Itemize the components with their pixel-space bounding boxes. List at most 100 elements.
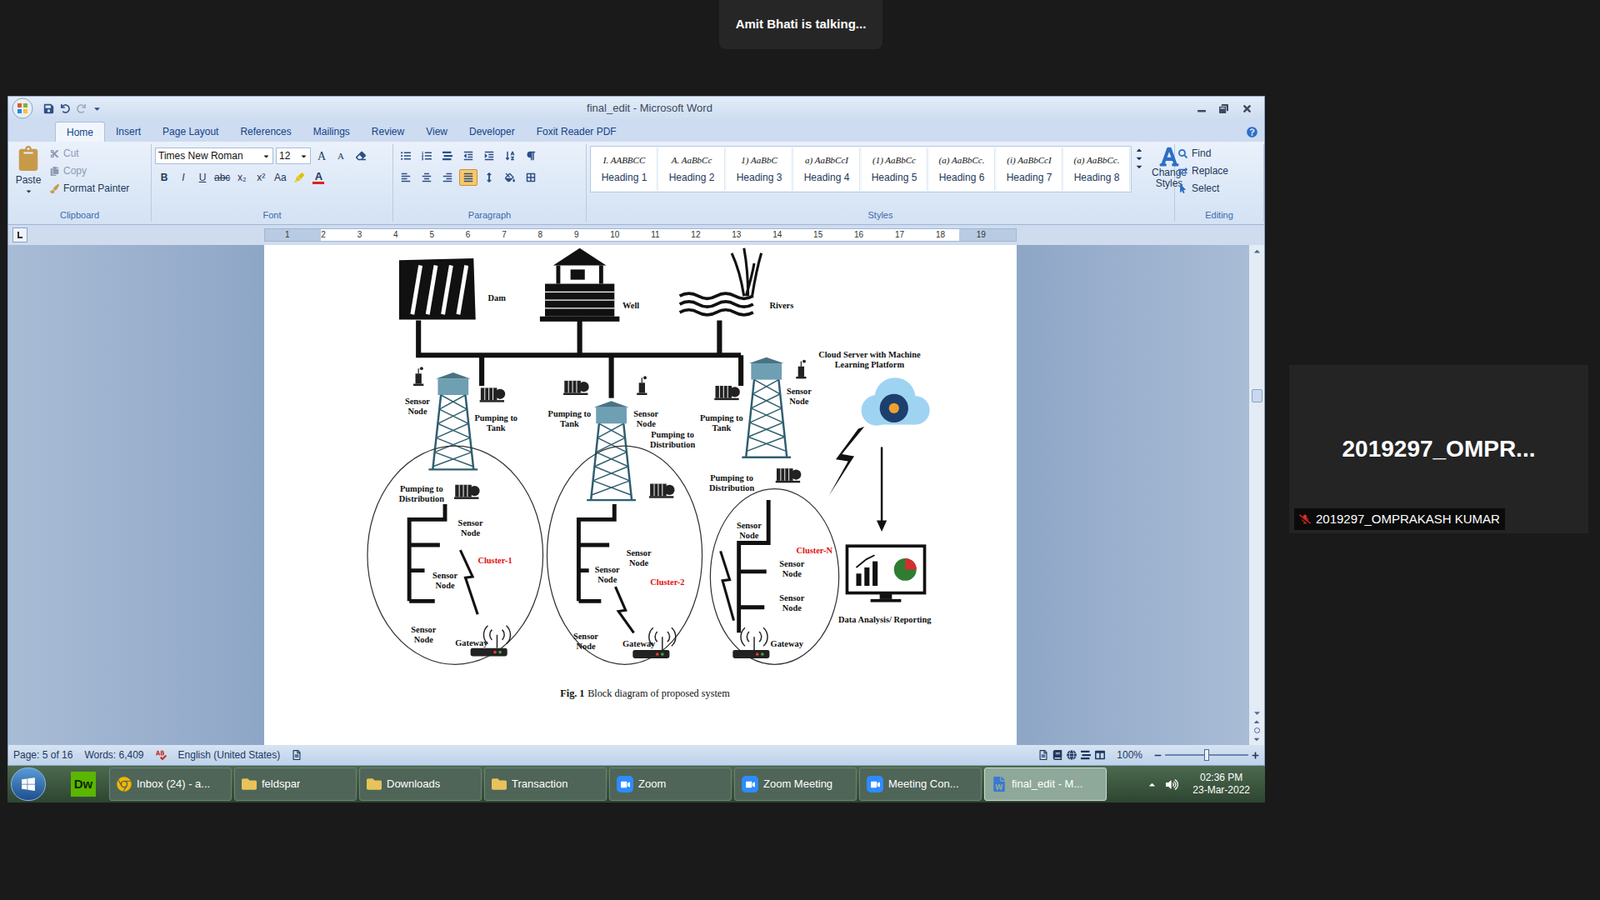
clock[interactable]: 02:36 PM23-Mar-2022 bbox=[1180, 771, 1262, 797]
start-button[interactable] bbox=[10, 767, 46, 801]
copy-button[interactable]: Copy bbox=[50, 163, 130, 179]
volume-icon[interactable] bbox=[1165, 778, 1179, 791]
align-button[interactable] bbox=[459, 169, 478, 186]
style-item[interactable]: a) AaBbCcIHeading 4 bbox=[794, 147, 860, 191]
show-marks-button[interactable] bbox=[521, 147, 540, 165]
scroll-up-icon[interactable] bbox=[1252, 246, 1262, 256]
sort-button[interactable] bbox=[500, 147, 520, 165]
format-button[interactable]: U bbox=[193, 169, 212, 186]
ribbon-tab[interactable]: View bbox=[415, 121, 459, 142]
taskbar-item[interactable]: Meeting Con... bbox=[859, 767, 982, 801]
scroll-up-icon[interactable] bbox=[1135, 145, 1144, 155]
minimize-icon[interactable] bbox=[1197, 104, 1206, 113]
shading-button[interactable] bbox=[500, 169, 520, 186]
borders-button[interactable] bbox=[521, 169, 540, 186]
ribbon-tab[interactable]: Foxit Reader PDF bbox=[525, 121, 628, 142]
view-icon[interactable] bbox=[1095, 750, 1105, 760]
language[interactable]: English (United States) bbox=[178, 747, 281, 763]
format-button[interactable]: x² bbox=[251, 169, 270, 186]
align-button[interactable] bbox=[417, 169, 436, 186]
format-button[interactable]: abc bbox=[212, 169, 232, 186]
taskbar-item[interactable]: feldspar bbox=[234, 767, 357, 801]
taskbar-item[interactable]: Inbox (24) - a... bbox=[109, 767, 232, 801]
participant-tile[interactable]: 2019297_OMPR...2019297_OMPRAKASH KUMAR bbox=[1289, 365, 1589, 534]
ribbon-tab[interactable]: Review bbox=[360, 121, 415, 142]
bullets-button[interactable] bbox=[396, 147, 415, 165]
style-item[interactable]: (i) AaBbCcIHeading 7 bbox=[996, 147, 1063, 191]
next-page-icon[interactable] bbox=[1252, 735, 1261, 744]
decrease-indent-button[interactable] bbox=[459, 147, 478, 165]
ribbon-tab[interactable]: Mailings bbox=[302, 121, 361, 142]
highlight-button[interactable] bbox=[290, 169, 309, 186]
zoom-out-icon[interactable] bbox=[1154, 751, 1162, 760]
ribbon-tab[interactable]: Home bbox=[55, 121, 105, 142]
more-icon[interactable] bbox=[1135, 162, 1144, 171]
ribbon-tab[interactable]: Developer bbox=[458, 121, 526, 142]
style-item[interactable]: (a) AaBbCc.Heading 8 bbox=[1064, 147, 1130, 191]
scroll-down-icon[interactable] bbox=[1135, 154, 1144, 163]
view-icon[interactable] bbox=[1038, 750, 1049, 760]
save-icon[interactable] bbox=[43, 103, 55, 115]
taskbar-item[interactable]: Transaction bbox=[484, 767, 607, 801]
format-painter-button[interactable]: Format Painter bbox=[50, 180, 130, 196]
format-button[interactable]: I bbox=[174, 169, 193, 186]
ribbon-tab[interactable]: Insert bbox=[105, 121, 152, 142]
proofing-icon[interactable] bbox=[155, 750, 167, 761]
redo-icon[interactable] bbox=[76, 104, 86, 114]
editing-button[interactable]: Find bbox=[1178, 145, 1260, 161]
font-color-button[interactable]: A bbox=[309, 169, 328, 186]
undo-icon[interactable] bbox=[60, 104, 70, 114]
close-icon[interactable] bbox=[1241, 103, 1253, 115]
previous-page-icon[interactable] bbox=[1252, 717, 1261, 726]
editing-button[interactable]: Select bbox=[1178, 180, 1260, 196]
line-spacing-button[interactable] bbox=[480, 169, 499, 186]
restore-icon[interactable] bbox=[1219, 104, 1229, 114]
tab-selector[interactable] bbox=[12, 227, 28, 243]
taskbar-item[interactable]: Downloads bbox=[359, 767, 482, 801]
align-button[interactable] bbox=[396, 169, 415, 186]
view-icon[interactable] bbox=[1052, 750, 1063, 760]
numbering-button[interactable] bbox=[417, 147, 436, 165]
ribbon-tab[interactable]: Page Layout bbox=[151, 121, 230, 142]
format-button[interactable]: Aa bbox=[270, 169, 290, 186]
help-icon[interactable] bbox=[1246, 126, 1258, 138]
font-size-field[interactable]: 12 bbox=[275, 147, 311, 165]
paste-button[interactable]: Paste bbox=[11, 145, 45, 195]
taskbar-item[interactable]: Zoom Meeting bbox=[734, 767, 857, 801]
zoom-in-icon[interactable] bbox=[1251, 751, 1260, 760]
change-styles-button[interactable]: ChangeStyles bbox=[1151, 145, 1187, 190]
word-count[interactable]: Words: 6,409 bbox=[84, 747, 144, 763]
pinned-app[interactable]: Dw bbox=[60, 767, 107, 801]
align-button[interactable] bbox=[438, 169, 457, 186]
cut-button[interactable]: Cut bbox=[50, 145, 130, 161]
zoom-slider-thumb[interactable] bbox=[1204, 749, 1210, 761]
style-item[interactable]: A. AaBbCcHeading 2 bbox=[659, 147, 725, 191]
taskbar-item[interactable]: Zoom bbox=[609, 767, 732, 801]
view-icon[interactable] bbox=[1066, 750, 1077, 760]
format-button[interactable]: B bbox=[155, 169, 174, 186]
taskbar-item[interactable]: final_edit - M... bbox=[984, 767, 1107, 801]
shrink-font-button[interactable]: A bbox=[332, 147, 350, 165]
zoom-slider[interactable] bbox=[1165, 754, 1249, 756]
style-item[interactable]: I. AABBCCHeading 1 bbox=[591, 147, 658, 191]
format-button[interactable]: x₂ bbox=[232, 169, 251, 186]
view-icon[interactable] bbox=[1080, 750, 1091, 760]
office-button-icon[interactable] bbox=[11, 97, 34, 120]
tray-expand-icon[interactable] bbox=[1147, 780, 1157, 790]
page-count[interactable]: Page: 5 of 16 bbox=[13, 747, 73, 763]
style-item[interactable]: (1) AaBbCcHeading 5 bbox=[861, 147, 928, 191]
font-name-field[interactable]: Times New Roman bbox=[155, 147, 274, 165]
style-item[interactable]: (a) AaBbCc.Heading 6 bbox=[929, 147, 995, 191]
clear-formatting-button[interactable] bbox=[351, 147, 370, 165]
vertical-scrollbar[interactable] bbox=[1249, 245, 1265, 745]
style-item[interactable]: 1) AaBbCHeading 3 bbox=[726, 147, 793, 191]
multilevel-button[interactable] bbox=[438, 147, 457, 165]
grow-font-button[interactable]: A bbox=[313, 147, 330, 165]
customize-icon[interactable] bbox=[92, 104, 102, 114]
zoom-level[interactable]: 100% bbox=[1116, 747, 1143, 763]
scroll-down-icon[interactable] bbox=[1252, 708, 1262, 718]
editing-button[interactable]: Replace bbox=[1178, 163, 1260, 179]
ribbon-tab[interactable]: References bbox=[229, 121, 302, 142]
macro-icon[interactable] bbox=[291, 750, 302, 760]
increase-indent-button[interactable] bbox=[480, 147, 499, 165]
